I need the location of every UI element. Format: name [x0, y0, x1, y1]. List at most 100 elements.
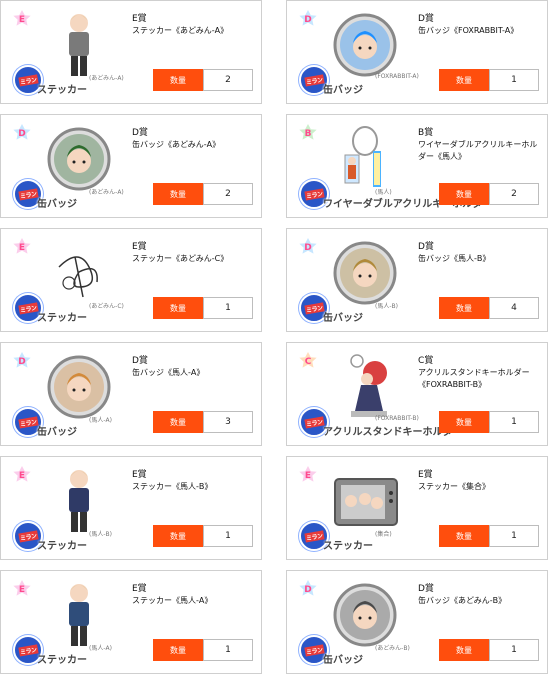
quantity-button[interactable]: 数量 — [439, 69, 489, 91]
rank-badge-letter: D — [18, 357, 26, 367]
rank-badge-icon: B — [297, 123, 319, 145]
brand-logo-text: ミラン — [18, 643, 38, 657]
rank-badge-icon: C — [297, 351, 319, 373]
item-type-label: ステッカー — [37, 655, 87, 666]
rank-badge-icon: E — [297, 465, 319, 487]
brand-logo-text: ミラン — [18, 529, 38, 543]
quantity-value: 1 — [203, 525, 253, 547]
item-variant-label: (馬人-A) — [89, 645, 112, 652]
item-name: ステッカー《馬人-B》 — [132, 482, 213, 491]
brand-logo-text: ミラン — [304, 73, 324, 87]
rank-badge-letter: D — [18, 129, 26, 139]
quantity-button[interactable]: 数量 — [153, 639, 203, 661]
prize-card: E ミラン ステッカー (集合) E賞 ステッカー《集合》 数量 1 — [286, 456, 548, 560]
item-variant-label: (FOXRABBIT-A) — [375, 73, 419, 80]
quantity-button[interactable]: 数量 — [153, 297, 203, 319]
quantity-button[interactable]: 数量 — [439, 639, 489, 661]
rank-badge-letter: B — [304, 129, 312, 139]
rank-badge-icon: D — [11, 123, 33, 145]
item-type-label: 缶バッジ — [323, 313, 363, 324]
item-meta: E賞 ステッカー《馬人-B》 — [132, 469, 258, 493]
brand-logo-text: ミラン — [18, 187, 38, 201]
prize-rank: D賞 — [132, 128, 148, 138]
prize-card: E ミラン ステッカー (あどみん-C) E賞 ステッカー《あどみん-C》 数量… — [0, 228, 262, 332]
prize-card: C ミラン アクリルスタンドキーホルダー (FOXRABBIT-B) C賞 アク… — [286, 342, 548, 446]
prize-card: E ミラン ステッカー (あどみん-A) E賞 ステッカー《あどみん-A》 数量… — [0, 0, 262, 104]
badge-portrait-icon — [325, 237, 405, 311]
prize-card: B ミラン ワイヤーダブルアクリルキーホルダー (馬人) B賞 ワイヤーダブルア… — [286, 114, 548, 218]
prize-rank: E賞 — [132, 584, 147, 594]
prize-rank: C賞 — [418, 356, 434, 366]
quantity-button[interactable]: 数量 — [439, 297, 489, 319]
item-type-label: ステッカー — [37, 313, 87, 324]
item-type-label: 缶バッジ — [37, 427, 77, 438]
quantity-value: 2 — [489, 183, 539, 205]
prize-rank: E賞 — [132, 470, 147, 480]
item-meta: E賞 ステッカー《あどみん-A》 — [132, 13, 258, 37]
prize-card: E ミラン ステッカー (馬人-B) E賞 ステッカー《馬人-B》 数量 1 — [0, 456, 262, 560]
quantity-button[interactable]: 数量 — [439, 183, 489, 205]
item-type-label: ステッカー — [323, 541, 373, 552]
prize-card: D ミラン 缶バッジ (あどみん-A) D賞 缶バッジ《あどみん-A》 数量 2 — [0, 114, 262, 218]
item-variant-label: (FOXRABBIT-B) — [375, 415, 419, 422]
item-name: アクリルスタンドキーホルダー《FOXRABBIT-B》 — [418, 368, 530, 389]
brand-logo-text: ミラン — [18, 301, 38, 315]
quantity-button[interactable]: 数量 — [153, 69, 203, 91]
brand-logo-text: ミラン — [304, 187, 324, 201]
quantity-value: 1 — [489, 525, 539, 547]
prize-rank: B賞 — [418, 128, 434, 138]
quantity-value: 4 — [489, 297, 539, 319]
brand-logo-text: ミラン — [304, 415, 324, 429]
item-name: 缶バッジ《馬人-B》 — [418, 254, 491, 263]
item-variant-label: (集合) — [375, 531, 392, 538]
item-name: 缶バッジ《馬人-A》 — [132, 368, 205, 377]
rank-badge-icon: E — [11, 579, 33, 601]
quantity-value: 3 — [203, 411, 253, 433]
rank-badge-letter: D — [304, 243, 312, 253]
item-name: ステッカー《集合》 — [418, 482, 490, 491]
rank-badge-letter: D — [304, 585, 312, 595]
rank-badge-icon: E — [11, 237, 33, 259]
quantity-button[interactable]: 数量 — [153, 525, 203, 547]
badge-portrait-icon — [39, 123, 119, 197]
quantity-value: 2 — [203, 69, 253, 91]
badge-portrait-icon — [325, 579, 405, 653]
item-variant-label: (あどみん-B) — [375, 645, 410, 652]
item-name: ステッカー《あどみん-A》 — [132, 26, 229, 35]
rank-badge-letter: E — [18, 15, 26, 25]
quantity-value: 2 — [203, 183, 253, 205]
item-meta: D賞 缶バッジ《あどみん-A》 — [132, 127, 258, 151]
quantity-button[interactable]: 数量 — [153, 411, 203, 433]
item-meta: D賞 缶バッジ《あどみん-B》 — [418, 583, 544, 607]
brand-logo-text: ミラン — [18, 415, 38, 429]
prize-rank: E賞 — [132, 242, 147, 252]
quantity-value: 1 — [203, 639, 253, 661]
item-meta: E賞 ステッカー《馬人-A》 — [132, 583, 258, 607]
rank-badge-icon: D — [297, 579, 319, 601]
rank-badge-letter: C — [304, 357, 312, 367]
quantity-button[interactable]: 数量 — [439, 411, 489, 433]
item-variant-label: (馬人) — [375, 189, 392, 196]
prize-grid: E ミラン ステッカー (あどみん-A) E賞 ステッカー《あどみん-A》 数量… — [0, 0, 548, 674]
item-variant-label: (あどみん-C) — [89, 303, 124, 310]
quantity-button[interactable]: 数量 — [439, 525, 489, 547]
item-variant-label: (馬人-B) — [89, 531, 112, 538]
acrylic-stand-icon — [325, 351, 405, 425]
rank-badge-icon: D — [297, 9, 319, 31]
rank-badge-icon: E — [11, 465, 33, 487]
item-meta: B賞 ワイヤーダブルアクリルキーホルダー《馬人》 — [418, 127, 544, 163]
item-meta: D賞 缶バッジ《馬人-A》 — [132, 355, 258, 379]
prize-card: D ミラン 缶バッジ (FOXRABBIT-A) D賞 缶バッジ《FOXRABB… — [286, 0, 548, 104]
quantity-value: 1 — [489, 639, 539, 661]
brand-logo-text: ミラン — [304, 643, 324, 657]
item-type-label: ステッカー — [37, 85, 87, 96]
badge-portrait-icon — [325, 9, 405, 83]
prize-card: D ミラン 缶バッジ (馬人-B) D賞 缶バッジ《馬人-B》 数量 4 — [286, 228, 548, 332]
quantity-value: 1 — [489, 69, 539, 91]
prize-card: D ミラン 缶バッジ (馬人-A) D賞 缶バッジ《馬人-A》 数量 3 — [0, 342, 262, 446]
quantity-button[interactable]: 数量 — [153, 183, 203, 205]
item-variant-label: (あどみん-A) — [89, 75, 124, 82]
item-meta: E賞 ステッカー《集合》 — [418, 469, 544, 493]
quantity-value: 1 — [489, 411, 539, 433]
item-type-label: 缶バッジ — [37, 199, 77, 210]
